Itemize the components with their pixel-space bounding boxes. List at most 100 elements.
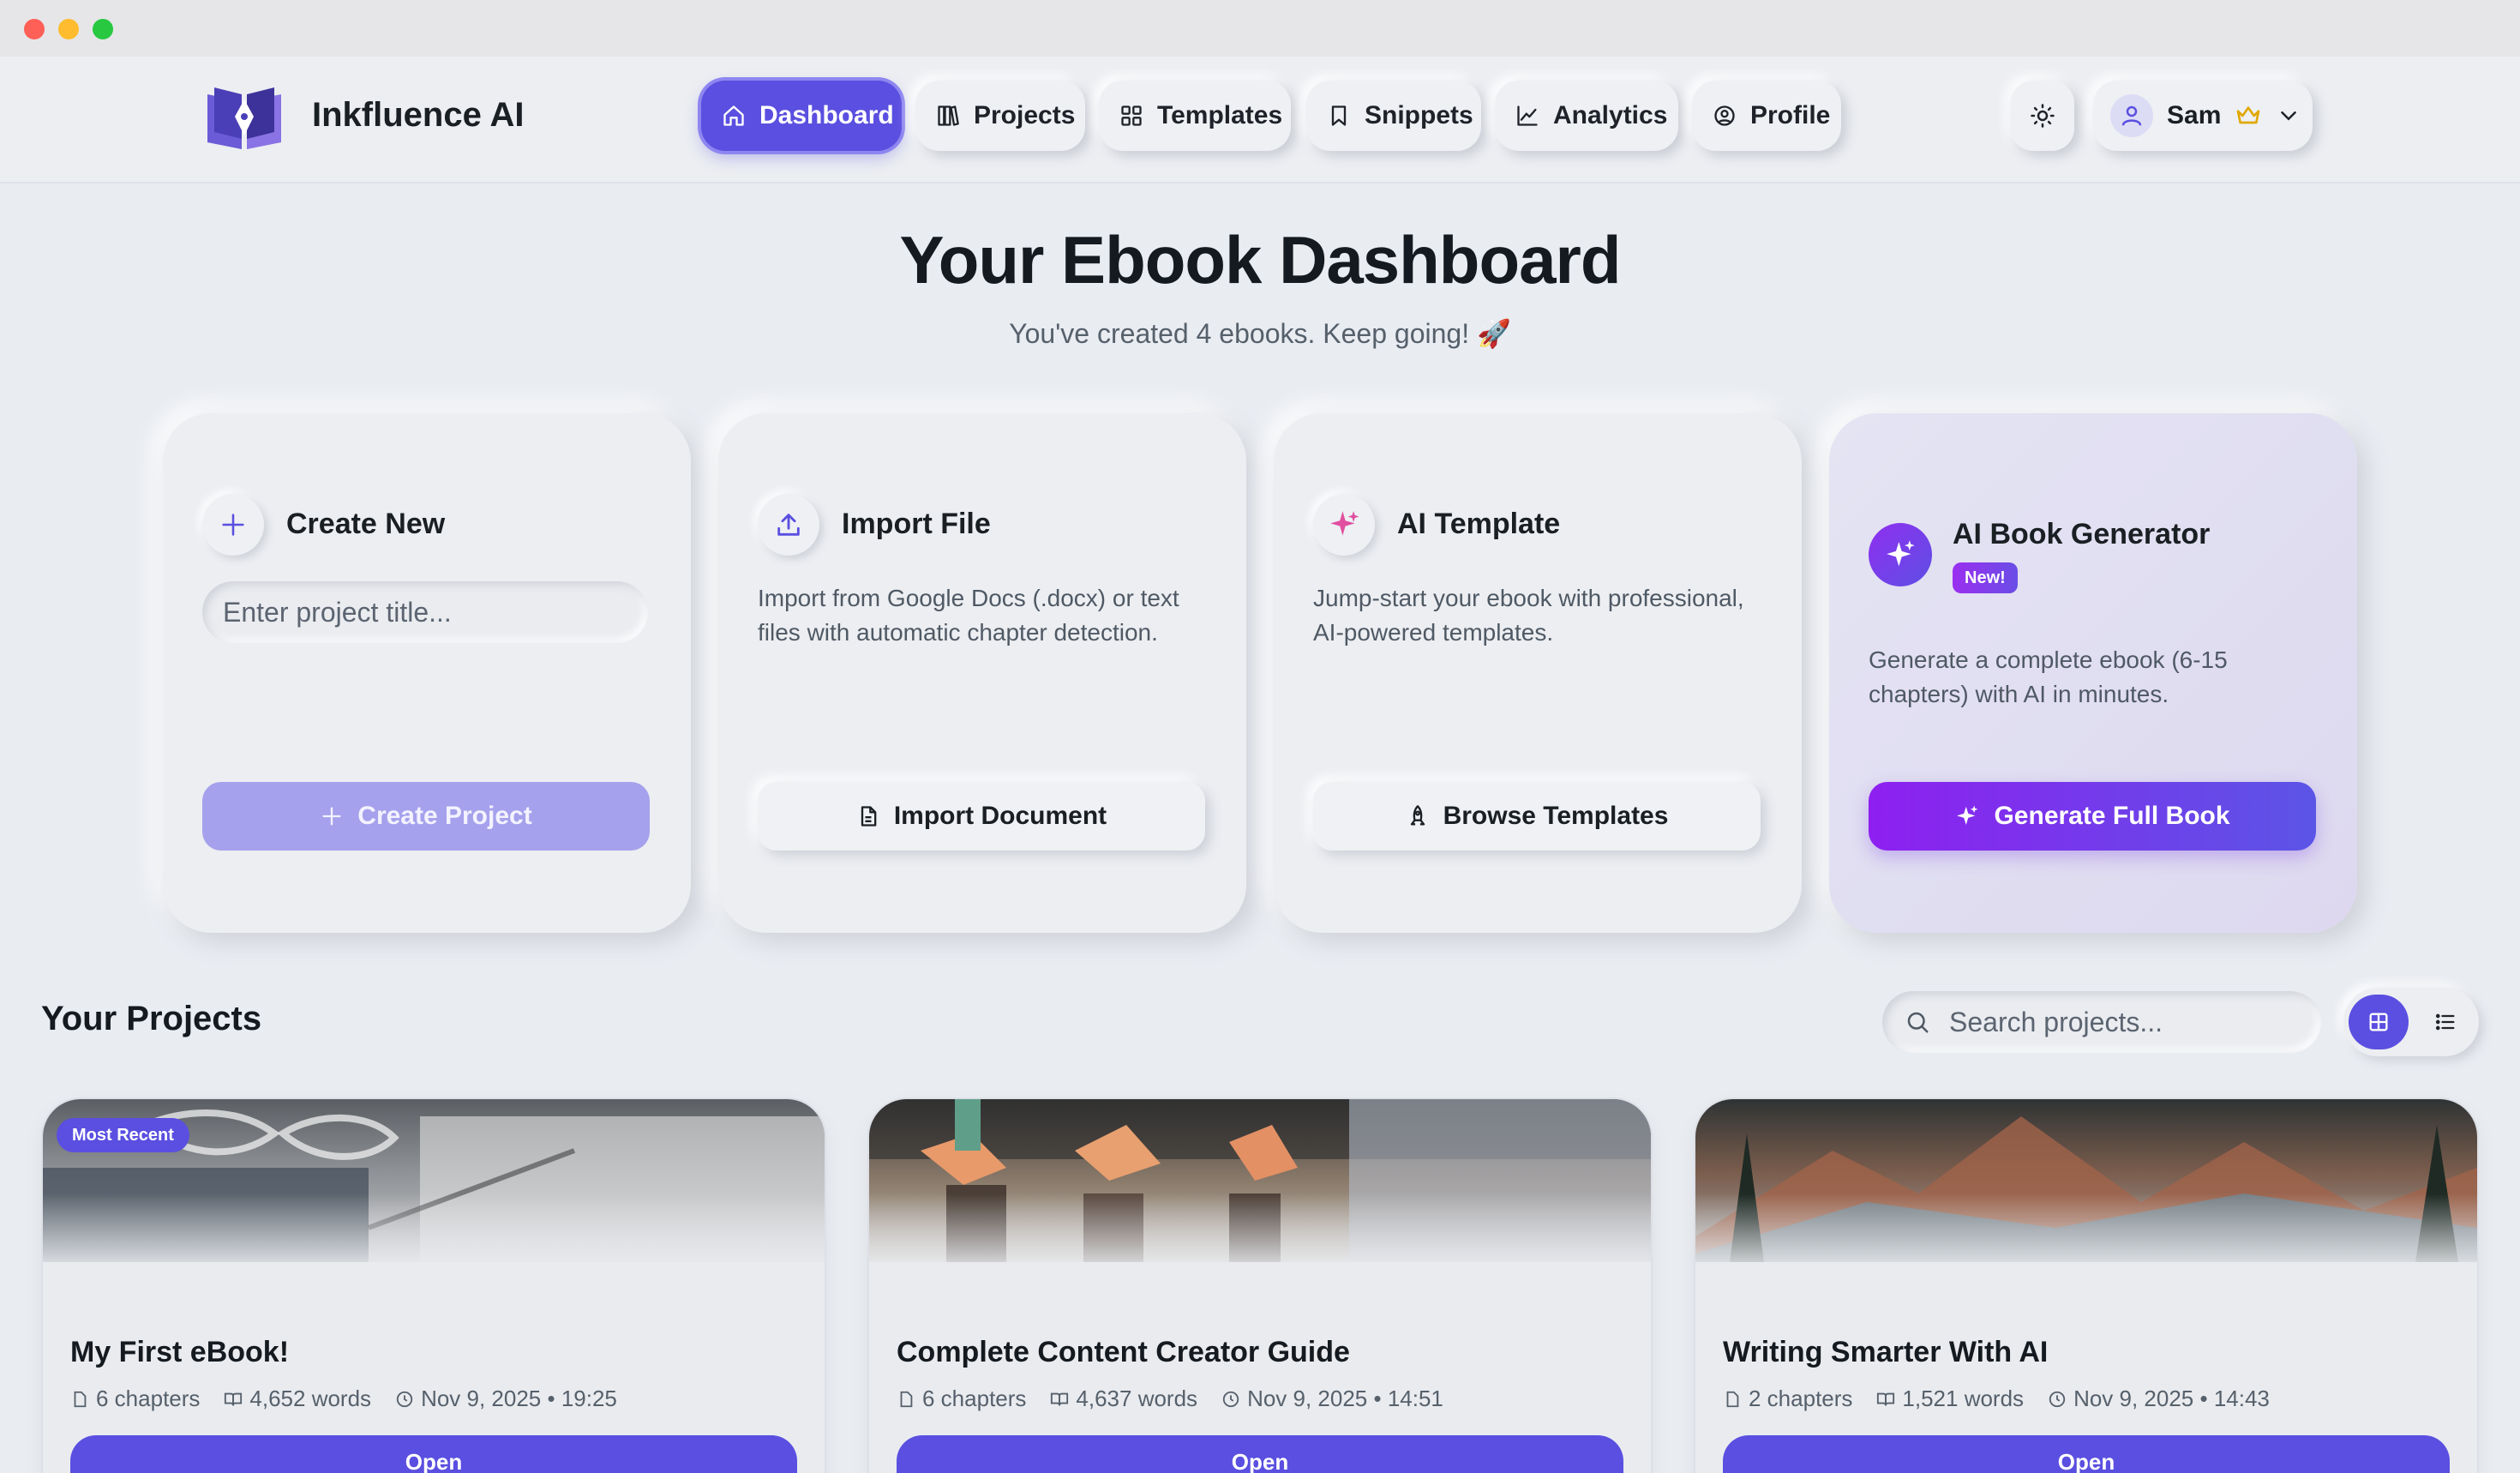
project-cover-image	[869, 1099, 1651, 1262]
project-cover-image	[1695, 1099, 2477, 1262]
sparkle-icon	[1869, 523, 1932, 586]
user-icon	[2121, 105, 2142, 126]
word-count: 4,652 words	[224, 1386, 371, 1412]
nav-templates[interactable]: Templates	[1099, 81, 1291, 151]
generate-full-book-label: Generate Full Book	[1994, 802, 2230, 830]
generate-full-book-button[interactable]: Generate Full Book	[1869, 782, 2316, 851]
browse-templates-button[interactable]: Browse Templates	[1313, 782, 1761, 851]
ai-template-description: Jump-start your ebook with professional,…	[1313, 585, 1744, 646]
nav-profile[interactable]: Profile	[1692, 81, 1841, 151]
upload-icon	[758, 494, 819, 556]
maximize-window-button[interactable]	[93, 19, 113, 39]
user-menu-button[interactable]: Sam	[2093, 81, 2313, 151]
words-text: 4,652 words	[249, 1386, 372, 1411]
project-search	[1882, 991, 2321, 1053]
chapters-count: 2 chapters	[1723, 1386, 1852, 1412]
list-icon	[2435, 1013, 2455, 1031]
list-view-button[interactable]	[2417, 995, 2474, 1049]
chapters-text: 6 chapters	[922, 1386, 1027, 1411]
date-text: Nov 9, 2025 • 19:25	[421, 1386, 617, 1411]
nav-snippets[interactable]: Snippets	[1306, 81, 1481, 151]
rocket-icon	[1410, 805, 1425, 826]
user-circle-icon	[1714, 105, 1735, 126]
crown-icon	[2237, 106, 2260, 124]
nav-analytics[interactable]: Analytics	[1495, 81, 1678, 151]
book-open-icon	[1051, 1392, 1069, 1405]
open-project-button[interactable]: Open	[897, 1435, 1623, 1473]
nav-snippets-label: Snippets	[1365, 101, 1473, 129]
document-icon	[900, 1391, 913, 1407]
search-icon	[1907, 1012, 1929, 1033]
ai-book-generator-description: Generate a complete ebook (6-15 chapters…	[1869, 646, 2228, 707]
import-document-label: Import Document	[893, 802, 1107, 830]
sparkle-icon	[1957, 805, 1978, 825]
date-text: Nov 9, 2025 • 14:43	[2073, 1386, 2270, 1411]
open-project-button[interactable]: Open	[70, 1435, 797, 1473]
import-file-card: Import File Import from Google Docs (.do…	[718, 413, 1246, 933]
chapters-text: 2 chapters	[1749, 1386, 1853, 1411]
chevron-down-icon	[2281, 111, 2297, 121]
word-count: 4,637 words	[1050, 1386, 1197, 1412]
create-project-label: Create Project	[357, 802, 532, 830]
search-input[interactable]	[1949, 1006, 2309, 1038]
chapters-count: 6 chapters	[70, 1386, 200, 1412]
ai-template-card: AI Template Jump-start your ebook with p…	[1274, 413, 1802, 933]
nav-templates-label: Templates	[1157, 101, 1283, 129]
projects-section-title: Your Projects	[41, 1000, 262, 1037]
clock-icon	[396, 1391, 413, 1407]
nav-dashboard[interactable]: Dashboard	[701, 81, 902, 151]
clock-icon	[2049, 1391, 2066, 1407]
ai-template-title: AI Template	[1397, 508, 1561, 540]
logo-icon[interactable]	[204, 82, 285, 151]
date-text: Nov 9, 2025 • 14:51	[1247, 1386, 1443, 1411]
new-badge: New!	[1953, 562, 2018, 593]
ai-book-generator-title: AI Book Generator	[1953, 518, 2211, 550]
project-card[interactable]: Writing Smarter With AI 2 chapters 1,521…	[1695, 1099, 2477, 1473]
create-project-button[interactable]: Create Project	[202, 782, 650, 851]
last-modified: Nov 9, 2025 • 14:43	[2048, 1386, 2270, 1412]
words-text: 1,521 words	[1902, 1386, 2025, 1411]
close-window-button[interactable]	[24, 19, 45, 39]
project-title-input[interactable]	[202, 581, 648, 643]
chart-icon	[1517, 105, 1538, 126]
project-card[interactable]: Most Recent My First eBook! 6 chapters 4…	[43, 1099, 825, 1473]
project-meta: 6 chapters 4,652 words Nov 9, 2025 • 19:…	[70, 1386, 617, 1412]
last-modified: Nov 9, 2025 • 14:51	[1221, 1386, 1443, 1412]
file-icon	[861, 806, 877, 827]
page-subtitle: You've created 4 ebooks. Keep going! 🚀	[1009, 318, 1511, 349]
window-titlebar	[0, 0, 2520, 57]
nav-projects[interactable]: Projects	[915, 81, 1085, 151]
plus-icon	[322, 807, 341, 826]
grid-view-button[interactable]	[2349, 995, 2409, 1049]
books-icon	[938, 105, 959, 126]
theme-toggle-button[interactable]	[2011, 81, 2074, 151]
page-title: Your Ebook Dashboard	[899, 222, 1622, 298]
document-icon	[74, 1391, 87, 1407]
words-text: 4,637 words	[1076, 1386, 1198, 1411]
document-icon	[1726, 1391, 1739, 1407]
create-new-card: Create New Create Project	[163, 413, 691, 933]
most-recent-badge: Most Recent	[57, 1118, 189, 1152]
ai-book-generator-card: AI Book Generator New! Generate a comple…	[1829, 413, 2357, 933]
word-count: 1,521 words	[1876, 1386, 2024, 1412]
home-icon	[723, 105, 744, 126]
minimize-window-button[interactable]	[58, 19, 79, 39]
plus-icon	[202, 494, 264, 556]
last-modified: Nov 9, 2025 • 19:25	[395, 1386, 617, 1412]
project-title: Writing Smarter With AI	[1723, 1336, 2049, 1368]
clock-icon	[1222, 1391, 1239, 1407]
project-card[interactable]: Complete Content Creator Guide 6 chapter…	[869, 1099, 1651, 1473]
import-file-title: Import File	[842, 508, 991, 540]
sun-icon	[2031, 104, 2055, 128]
import-document-button[interactable]: Import Document	[758, 782, 1205, 851]
app-header: Inkfluence AI Dashboard Projects Templat…	[0, 57, 2520, 183]
open-project-button[interactable]: Open	[1723, 1435, 2450, 1473]
nav-profile-label: Profile	[1750, 101, 1831, 129]
bookmark-icon	[1331, 105, 1347, 126]
nav-projects-label: Projects	[974, 101, 1076, 129]
book-open-icon	[1877, 1392, 1895, 1405]
user-name: Sam	[2167, 101, 2222, 129]
grid-icon	[2369, 1013, 2388, 1031]
brand-name[interactable]: Inkfluence AI	[312, 96, 524, 135]
import-file-description: Import from Google Docs (.docx) or text …	[758, 585, 1179, 646]
